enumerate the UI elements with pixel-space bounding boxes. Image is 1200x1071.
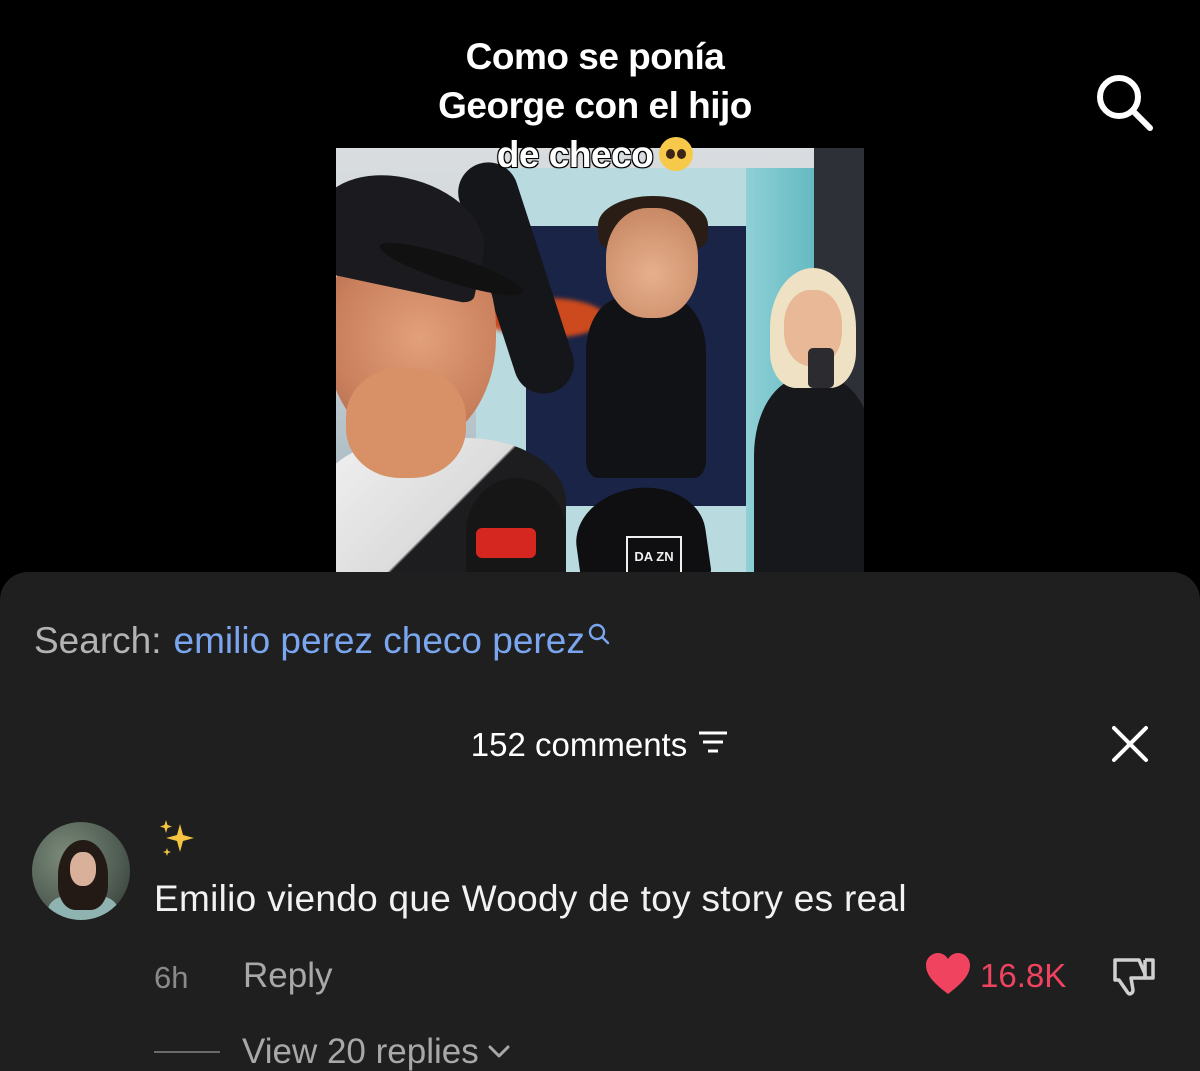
driver-hand	[346, 368, 466, 478]
caption-line-3: de checo	[395, 130, 795, 179]
heart-icon	[924, 952, 972, 1001]
close-icon[interactable]	[1108, 722, 1152, 766]
app-screen: DA ZN Como se ponía George con el hijo d…	[0, 0, 1200, 1071]
pleading-face-emoji	[659, 137, 694, 171]
video-person-woman	[746, 268, 864, 572]
chevron-down-icon	[487, 1042, 511, 1065]
sparkles-icon[interactable]	[156, 818, 200, 862]
reply-button[interactable]: Reply	[243, 956, 332, 996]
woman-body	[754, 378, 864, 572]
caption-line-2: George con el hijo	[438, 85, 752, 126]
dislike-icon[interactable]	[1109, 954, 1157, 998]
woman-phone	[808, 348, 834, 388]
kid-body	[586, 298, 706, 478]
microphone-left-logo	[476, 528, 536, 558]
avatar[interactable]	[32, 822, 130, 920]
comment-text: Emilio viendo que Woody de toy story es …	[154, 878, 907, 919]
like-button[interactable]: 16.8K	[924, 952, 1067, 1001]
avatar-face	[70, 852, 96, 886]
comments-header: 152 comments	[0, 722, 1200, 768]
related-search-suggestion[interactable]: Search: emilio perez checo perez	[34, 618, 611, 664]
comments-sheet: Search: emilio perez checo perez 152 com…	[0, 572, 1200, 1071]
caption-line-3-text: de checo	[496, 134, 654, 175]
microphone-right-label: DA ZN	[626, 536, 682, 572]
search-icon[interactable]	[1092, 70, 1156, 134]
like-count: 16.8K	[980, 957, 1067, 994]
kid-head	[606, 208, 698, 318]
view-replies-button[interactable]: View 20 replies	[154, 1030, 511, 1071]
view-replies-label: View 20 replies	[242, 1032, 479, 1071]
search-query[interactable]: emilio perez checo perez	[174, 620, 585, 662]
replies-divider	[154, 1051, 220, 1053]
video-caption: Como se ponía George con el hijo de chec…	[395, 32, 795, 179]
comment-count: 152 comments	[470, 726, 688, 763]
search-suggestion-icon	[587, 613, 611, 655]
video-player[interactable]: DA ZN	[336, 148, 864, 572]
search-label: Search:	[34, 620, 162, 661]
filter-icon[interactable]	[697, 726, 729, 764]
caption-line-1: Como se ponía	[465, 36, 725, 77]
comment-actions: 6h Reply 16.8K	[154, 952, 1164, 1001]
comment-time: 6h	[154, 960, 189, 995]
